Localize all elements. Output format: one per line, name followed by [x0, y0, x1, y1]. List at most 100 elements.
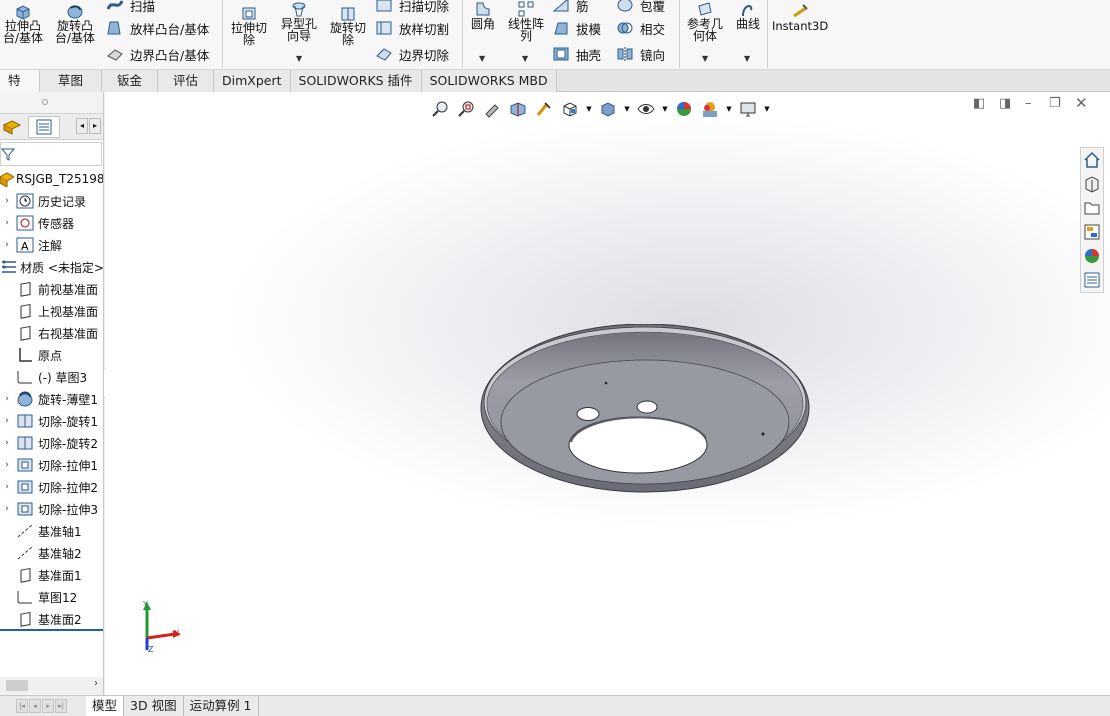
- file-explorer-icon[interactable]: [1081, 196, 1103, 220]
- tree-horizontal-scrollbar[interactable]: ›: [0, 677, 103, 695]
- tree-item[interactable]: 右视基准面: [0, 322, 103, 344]
- tab-scroll-left-icon[interactable]: ◂: [76, 118, 88, 134]
- previous-view-icon[interactable]: [479, 99, 505, 119]
- expand-arrow-icon[interactable]: ›: [0, 504, 14, 514]
- mirror-button[interactable]: 镜向: [616, 43, 665, 65]
- tree-item[interactable]: › 切除-拉伸3: [0, 498, 103, 520]
- tab-model[interactable]: 模型: [86, 696, 125, 716]
- fillet-button[interactable]: 圆角: [466, 0, 500, 30]
- tree-item[interactable]: › A 注解: [0, 234, 103, 256]
- tab-sketch[interactable]: 草图: [40, 70, 102, 92]
- shell-button[interactable]: 抽壳: [552, 43, 601, 65]
- expand-arrow-icon[interactable]: ›: [0, 240, 14, 250]
- view-orientation-dropdown-icon[interactable]: ▼: [583, 99, 595, 119]
- expand-arrow-icon[interactable]: ›: [0, 438, 14, 448]
- expand-arrow-icon[interactable]: ›: [0, 482, 14, 492]
- tab-scroll-right-icon[interactable]: ▸: [89, 118, 101, 134]
- graphics-area[interactable]: ▼ ▼ ▼ ▼ ▼ ◧ ◨ – ❐ ✕ Y X Z: [105, 92, 1110, 695]
- hole-wizard-dropdown[interactable]: ▼: [296, 54, 302, 63]
- tree-item[interactable]: › 切除-旋转2: [0, 432, 103, 454]
- tree-item[interactable]: (-) 草图3: [0, 366, 103, 388]
- tree-item[interactable]: › 旋转-薄壁1: [0, 388, 103, 410]
- view-orientation-icon[interactable]: [557, 99, 583, 119]
- display-style-icon[interactable]: [595, 99, 621, 119]
- expand-arrow-icon[interactable]: ›: [0, 416, 14, 426]
- tab-features[interactable]: 特征: [0, 70, 40, 109]
- tree-root-part[interactable]: RSJGB_T25198-: [0, 168, 103, 190]
- intersect-button[interactable]: 相交: [616, 17, 665, 39]
- appearances-icon[interactable]: [1081, 244, 1103, 268]
- apply-scene-icon[interactable]: [697, 99, 723, 119]
- tab-evaluate[interactable]: 评估: [158, 70, 214, 92]
- curves-button[interactable]: 曲线: [731, 0, 765, 30]
- hole-wizard-button[interactable]: 异型孔 向导: [276, 0, 322, 42]
- tree-item[interactable]: › 切除-旋转1: [0, 410, 103, 432]
- tree-item[interactable]: 基准面1: [0, 564, 103, 586]
- tree-item[interactable]: › 切除-拉伸1: [0, 454, 103, 476]
- tab-solidworks-mbd[interactable]: SOLIDWORKS MBD: [421, 70, 557, 92]
- hide-show-dropdown-icon[interactable]: ▼: [659, 99, 671, 119]
- minimize-icon[interactable]: –: [1025, 96, 1032, 111]
- restore-window-icon[interactable]: ❐: [1049, 96, 1061, 111]
- first-tab-icon[interactable]: |◂: [16, 699, 28, 713]
- tree-item[interactable]: › 历史记录: [0, 190, 103, 212]
- swept-cut-button[interactable]: 扫描切除: [375, 0, 449, 16]
- tab-3d-views[interactable]: 3D 视图: [124, 696, 184, 716]
- scroll-right-icon[interactable]: ›: [94, 678, 98, 689]
- rollback-bar[interactable]: [0, 629, 103, 631]
- tree-item[interactable]: 材质 <未指定>: [0, 256, 103, 278]
- tree-filter-field[interactable]: [0, 142, 102, 166]
- restore-previous-icon[interactable]: ◧: [973, 96, 985, 111]
- dynamic-annotation-icon[interactable]: [531, 99, 557, 119]
- loft-boss-button[interactable]: 放样凸台/基体: [106, 17, 209, 39]
- tree-item[interactable]: 基准面2: [0, 608, 103, 630]
- reference-geometry-button[interactable]: 参考几 何体: [683, 0, 727, 42]
- extrude-boss-button[interactable]: 拉伸凸 台/基体: [0, 2, 46, 44]
- fillet-dropdown[interactable]: ▼: [479, 54, 485, 63]
- expand-arrow-icon[interactable]: ›: [0, 394, 14, 404]
- tree-item[interactable]: 前视基准面: [0, 278, 103, 300]
- zoom-to-area-icon[interactable]: [453, 99, 479, 119]
- instant3d-button[interactable]: Instant3D: [772, 2, 828, 32]
- tile-icon[interactable]: ◨: [999, 96, 1011, 111]
- tree-item[interactable]: 草图12: [0, 586, 103, 608]
- boundary-cut-button[interactable]: 边界切除: [375, 43, 449, 65]
- dish-part-model[interactable]: [479, 324, 813, 496]
- revolve-cut-button[interactable]: 旋转切 除: [325, 4, 371, 46]
- tree-item[interactable]: › 切除-拉伸2: [0, 476, 103, 498]
- scroll-thumb[interactable]: [6, 680, 28, 691]
- sweep-button[interactable]: 扫描: [106, 0, 155, 16]
- expand-arrow-icon[interactable]: ›: [0, 218, 14, 228]
- tree-item[interactable]: › 传感器: [0, 212, 103, 234]
- last-tab-icon[interactable]: ▸|: [55, 699, 67, 713]
- edit-appearance-icon[interactable]: [671, 99, 697, 119]
- design-library-icon[interactable]: [1081, 172, 1103, 196]
- feature-manager-tab-icon[interactable]: [2, 117, 24, 137]
- draft-button[interactable]: 拔模: [552, 17, 601, 39]
- zoom-to-fit-icon[interactable]: [427, 99, 453, 119]
- prev-tab-icon[interactable]: ◂: [29, 699, 41, 713]
- display-style-dropdown-icon[interactable]: ▼: [621, 99, 633, 119]
- solidworks-resources-icon[interactable]: [1081, 148, 1103, 172]
- next-tab-icon[interactable]: ▸: [42, 699, 54, 713]
- scene-dropdown-icon[interactable]: ▼: [723, 99, 735, 119]
- tree-item[interactable]: 基准轴1: [0, 520, 103, 542]
- wrap-button[interactable]: 包覆: [616, 0, 665, 16]
- hide-show-items-icon[interactable]: [633, 99, 659, 119]
- tab-motion-study-1[interactable]: 运动算例 1: [184, 696, 259, 716]
- revolve-boss-button[interactable]: 旋转凸 台/基体: [52, 2, 98, 44]
- rib-button[interactable]: 筋: [552, 0, 589, 16]
- tab-sheet-metal[interactable]: 钣金: [102, 70, 158, 92]
- section-view-icon[interactable]: [505, 99, 531, 119]
- lofted-cut-button[interactable]: 放样切割: [375, 17, 449, 39]
- tree-item[interactable]: 上视基准面: [0, 300, 103, 322]
- linear-pattern-button[interactable]: 线性阵 列: [504, 0, 548, 42]
- view-settings-icon[interactable]: [735, 99, 761, 119]
- property-manager-tab-icon[interactable]: [28, 116, 60, 138]
- close-icon[interactable]: ✕: [1075, 94, 1088, 112]
- splitter-handle-icon[interactable]: [42, 99, 48, 105]
- expand-arrow-icon[interactable]: ›: [0, 460, 14, 470]
- tree-item[interactable]: 基准轴2: [0, 542, 103, 564]
- tab-dimxpert[interactable]: DimXpert: [214, 70, 291, 92]
- tree-item[interactable]: 原点: [0, 344, 103, 366]
